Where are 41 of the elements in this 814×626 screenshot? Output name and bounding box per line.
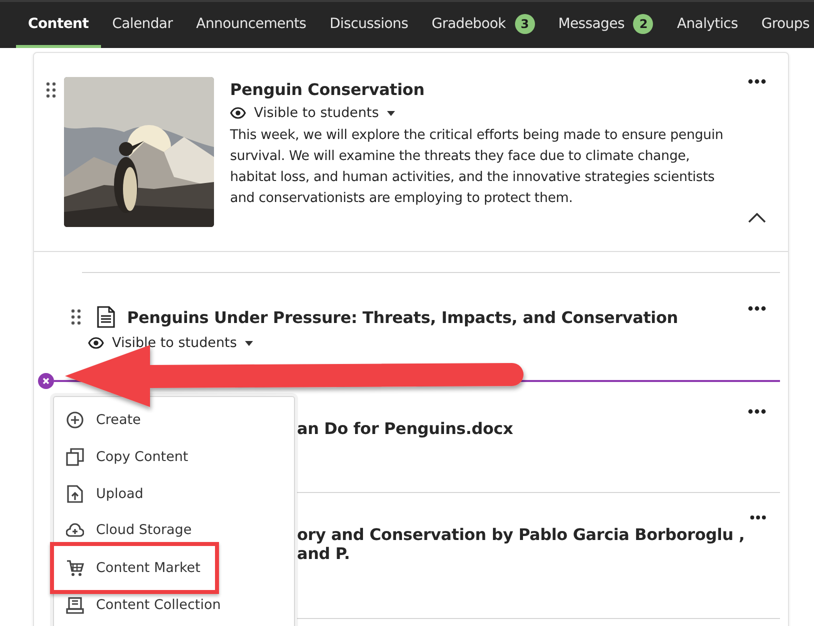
more-options-icon[interactable] [748, 409, 766, 414]
visibility-dropdown[interactable]: Visible to students [230, 105, 395, 121]
cart-icon [66, 559, 84, 577]
nav-tab[interactable]: Content [16, 2, 101, 48]
copy-icon [66, 448, 84, 466]
nav-tab[interactable]: Analytics [664, 2, 750, 48]
collapse-icon[interactable] [748, 213, 766, 223]
caret-icon [386, 110, 395, 116]
more-options-icon[interactable] [750, 515, 766, 520]
visibility-dropdown[interactable]: Visible to students [88, 335, 253, 351]
menu-item[interactable]: Create [54, 401, 294, 438]
module-description: This week, we will explore the critical efforts being made to ensure penguin survival. We will examine the threats they face due to climate change, habitat loss, and human activities, and the innovative strategies scientists and conservationists are employing to protect them. [230, 127, 724, 208]
nav-tab[interactable]: Discussions [318, 2, 420, 48]
item-title[interactable]: an Do for Penguins.docx [297, 419, 513, 438]
count-badge: 2 [633, 14, 654, 34]
menu-item[interactable]: Content Market [50, 542, 219, 594]
plus-circle-icon [66, 410, 84, 428]
eye-icon [88, 337, 104, 349]
nav-tab[interactable]: Gradebook 3 [420, 2, 547, 48]
drag-handle-icon[interactable] [71, 309, 81, 325]
nav-tab[interactable]: Messages 2 [546, 2, 666, 48]
menu-item[interactable]: Content Collection [54, 594, 294, 624]
close-icon[interactable] [38, 373, 54, 389]
module-title[interactable]: Penguin Conservation [230, 80, 748, 99]
nav-tab[interactable]: Announcements [184, 2, 318, 48]
eye-icon [230, 107, 246, 119]
document-icon [97, 306, 115, 328]
archive-icon [66, 596, 84, 614]
menu-item[interactable]: Copy Content [54, 438, 294, 475]
menu-item[interactable]: Cloud Storage [54, 512, 294, 542]
drag-handle-icon[interactable] [46, 82, 56, 98]
more-options-icon[interactable] [748, 79, 766, 84]
menu-item[interactable]: Upload [54, 475, 294, 512]
item-title[interactable]: Penguins Under Pressure: Threats, Impacts, and Conservation [127, 308, 678, 326]
cloud-icon [66, 521, 84, 539]
upload-icon [66, 484, 84, 502]
more-options-icon[interactable] [748, 306, 766, 311]
count-badge: 3 [514, 14, 535, 34]
item-title[interactable]: ory and Conservation by Pablo Garcia Borboroglu , and P. [297, 525, 750, 563]
nav-tab[interactable]: Groups [749, 2, 814, 48]
nav-tab[interactable]: Calendar [100, 2, 185, 48]
